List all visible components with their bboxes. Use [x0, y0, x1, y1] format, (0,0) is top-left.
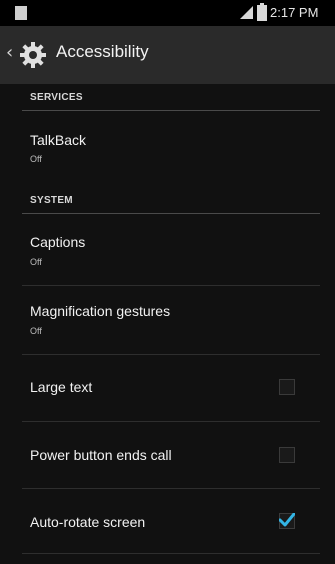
accessibility-screen: 2:17 PM ‹ Accessibility SERVICES TalkBac…	[0, 0, 335, 564]
list-item-large-text[interactable]: Large text	[0, 355, 335, 421]
item-title: Magnification gestures	[30, 303, 171, 319]
auto-rotate-checkbox[interactable]	[279, 513, 295, 529]
list-item-magnification-gestures[interactable]: Magnification gestures Off	[0, 286, 335, 354]
row-divider	[22, 553, 320, 554]
action-bar: ‹ Accessibility	[0, 26, 335, 84]
power-button-checkbox[interactable]	[279, 447, 295, 463]
item-subtitle: Off	[30, 326, 42, 336]
section-divider	[22, 110, 320, 111]
list-item-auto-rotate-screen[interactable]: Auto-rotate screen	[0, 489, 335, 553]
notification-icon	[15, 6, 27, 20]
gear-icon[interactable]	[18, 40, 48, 70]
status-time: 2:17 PM	[270, 5, 319, 20]
battery-icon	[257, 3, 267, 21]
section-divider	[22, 213, 320, 214]
item-title: TalkBack	[30, 132, 87, 148]
item-title: Power button ends call	[30, 447, 172, 463]
status-bar: 2:17 PM	[0, 0, 335, 26]
item-subtitle: Off	[30, 257, 42, 267]
list-item-talkback[interactable]: TalkBack Off	[0, 112, 335, 178]
section-header-system: SYSTEM	[30, 195, 73, 206]
page-title: Accessibility	[56, 42, 149, 61]
large-text-checkbox[interactable]	[279, 379, 295, 395]
list-item-captions[interactable]: Captions Off	[0, 215, 335, 285]
item-title: Large text	[30, 379, 93, 395]
item-title: Auto-rotate screen	[30, 514, 146, 530]
item-title: Captions	[30, 234, 86, 250]
checkmark-icon	[279, 513, 295, 527]
item-subtitle: Off	[30, 154, 42, 164]
list-item-power-button-ends-call[interactable]: Power button ends call	[0, 422, 335, 488]
chevron-left-icon[interactable]: ‹	[6, 44, 13, 62]
signal-icon	[240, 6, 253, 19]
section-header-services: SERVICES	[30, 92, 83, 103]
